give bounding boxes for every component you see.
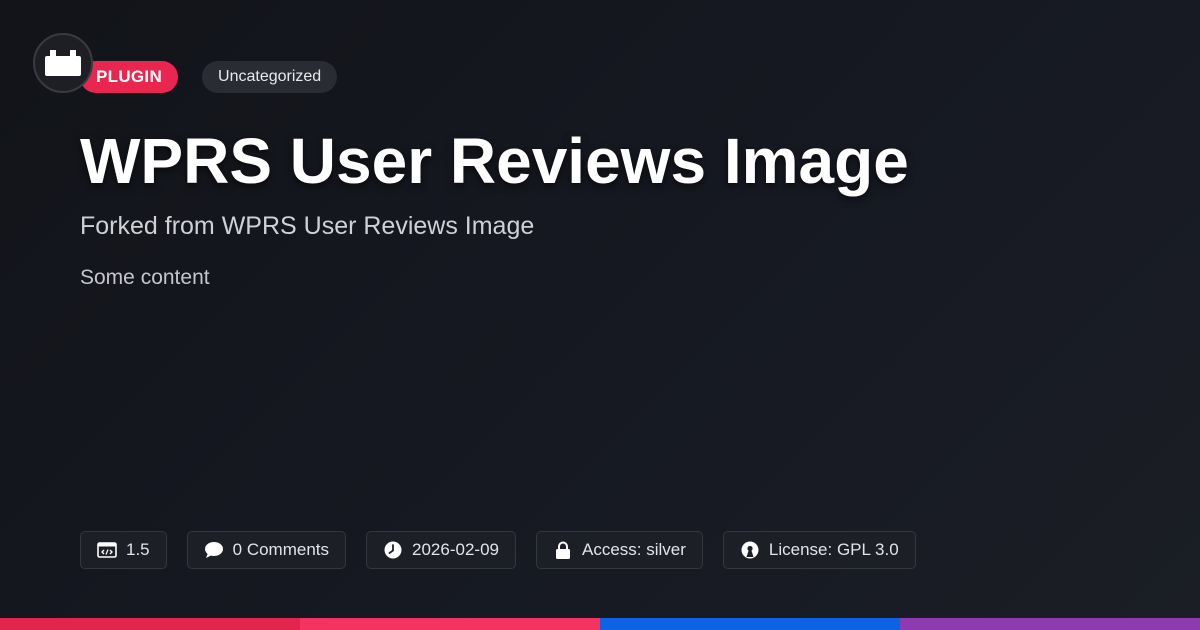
stripe-segment-2 <box>300 618 600 630</box>
stripe-segment-4 <box>900 618 1200 630</box>
license-text: License: GPL 3.0 <box>768 540 899 559</box>
date-text: 2026-02-09 <box>412 540 499 559</box>
comments-chip[interactable]: 0 Comments <box>186 531 347 569</box>
page-content: Some content <box>80 266 210 289</box>
comments-text: 0 Comments <box>232 540 330 559</box>
speech-bubble-icon <box>204 540 224 560</box>
clock-icon <box>383 540 403 560</box>
access-text: Access: silver <box>581 540 686 559</box>
color-stripe <box>0 618 1200 630</box>
type-badge[interactable]: PLUGIN <box>80 61 179 93</box>
date-chip: 2026-02-09 <box>366 531 516 569</box>
plugin-block-icon <box>45 50 81 76</box>
version-text: 1.5 <box>126 540 150 559</box>
tag-row: PLUGIN Uncategorized <box>80 61 338 93</box>
category-badge[interactable]: Uncategorized <box>202 61 338 93</box>
lock-icon <box>553 540 573 560</box>
site-logo <box>33 33 93 93</box>
access-chip: Access: silver <box>535 531 703 569</box>
page-title: WPRS User Reviews Image <box>80 125 909 197</box>
code-window-icon <box>97 540 117 560</box>
meta-row: 1.5 0 Comments 2026-02-09 Access: silver <box>80 531 916 569</box>
stripe-segment-1 <box>0 618 300 630</box>
open-source-icon <box>740 540 760 560</box>
stripe-segment-3 <box>600 618 900 630</box>
version-chip: 1.5 <box>80 531 167 569</box>
license-chip: License: GPL 3.0 <box>722 531 916 569</box>
page-subtitle: Forked from WPRS User Reviews Image <box>80 212 535 240</box>
